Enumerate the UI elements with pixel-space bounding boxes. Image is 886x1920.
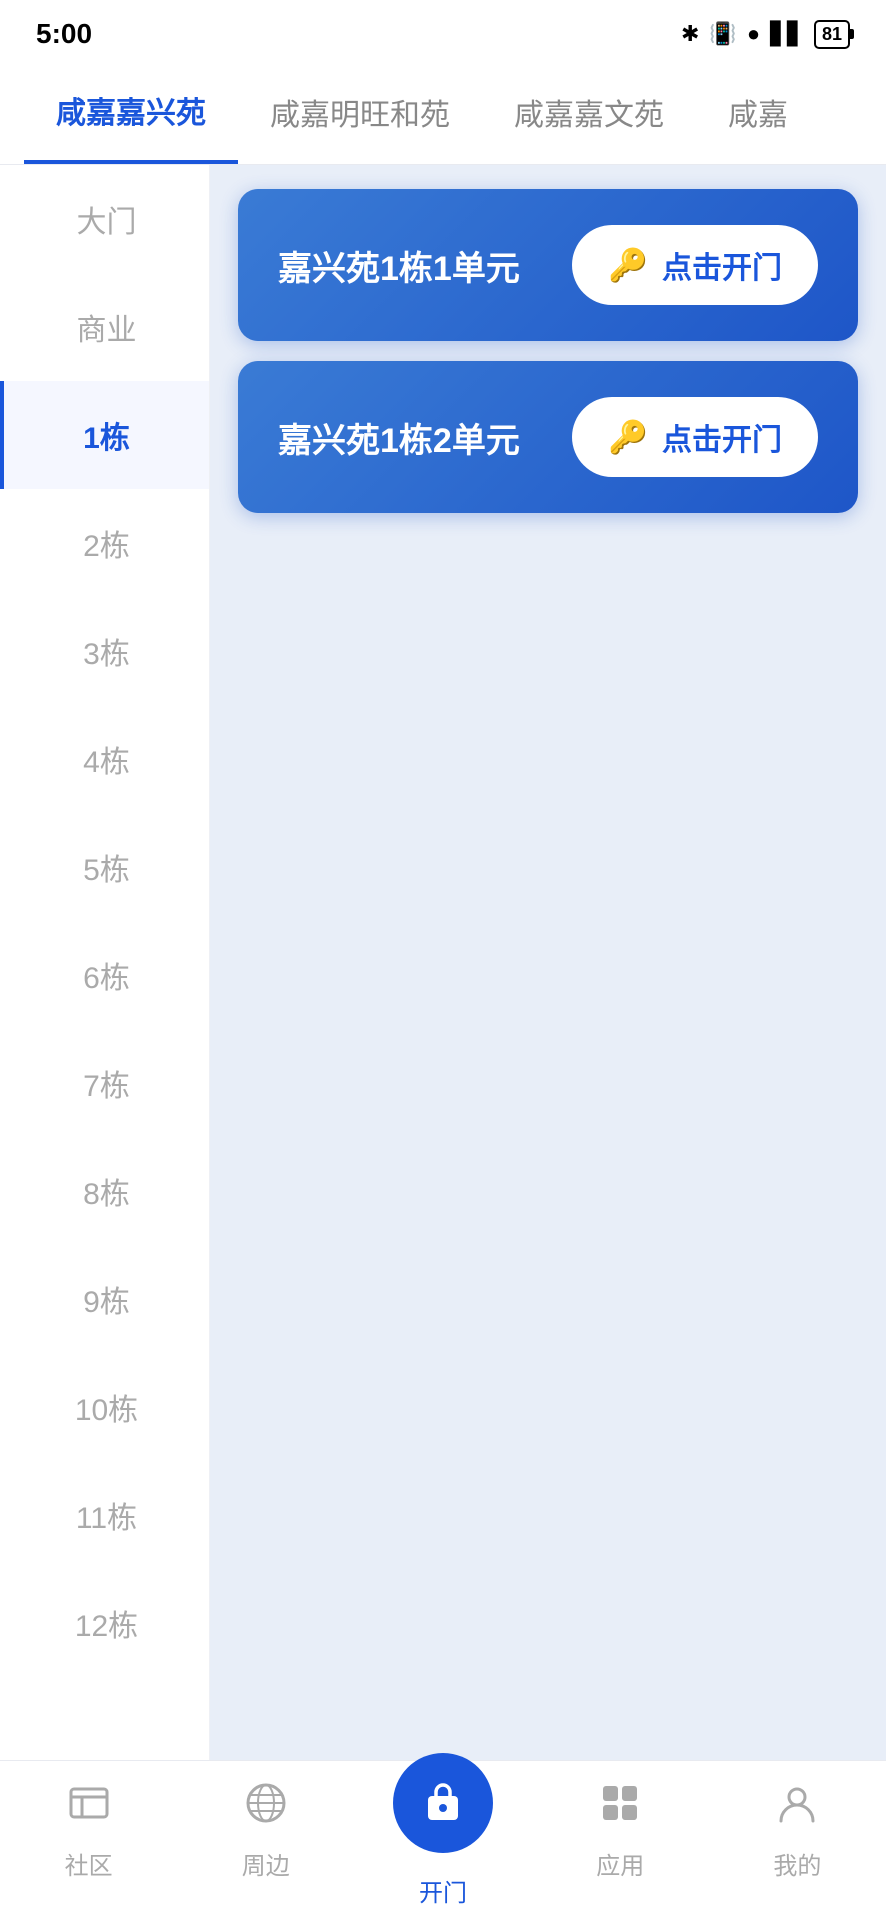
apps-icon bbox=[598, 1781, 642, 1836]
nav-item-opendoor[interactable]: 开门 bbox=[354, 1753, 531, 1908]
signal-icon: ▋▋ bbox=[770, 21, 804, 47]
sidebar-item-building1[interactable]: 1栋 bbox=[0, 381, 209, 489]
sidebar-item-gate[interactable]: 大门 bbox=[0, 165, 209, 273]
content-area: 嘉兴苑1栋1单元 🔑 点击开门 嘉兴苑1栋2单元 🔑 点击开门 bbox=[210, 165, 886, 1765]
sidebar-item-building6[interactable]: 6栋 bbox=[0, 921, 209, 1029]
sidebar-item-building3[interactable]: 3栋 bbox=[0, 597, 209, 705]
key-icon-unit2: 🔑 bbox=[608, 418, 648, 456]
top-tab-bar: 咸嘉嘉兴苑 咸嘉明旺和苑 咸嘉嘉文苑 咸嘉 bbox=[0, 60, 886, 165]
nav-label-nearby: 周边 bbox=[242, 1846, 290, 1881]
bluetooth-icon: ✱ bbox=[681, 21, 699, 47]
door-card-unit1: 嘉兴苑1栋1单元 🔑 点击开门 bbox=[238, 189, 858, 341]
open-door-button-unit2[interactable]: 🔑 点击开门 bbox=[572, 397, 818, 477]
door-card-unit2-title: 嘉兴苑1栋2单元 bbox=[278, 413, 520, 462]
bottom-nav: 社区 周边 开门 bbox=[0, 1760, 886, 1920]
status-icons: ✱ 📳 ● ▋▋ 81 bbox=[681, 20, 850, 49]
nav-item-community[interactable]: 社区 bbox=[0, 1781, 177, 1881]
tab-mingwangheyuan[interactable]: 咸嘉明旺和苑 bbox=[238, 62, 482, 162]
tab-jiawenyuan[interactable]: 咸嘉嘉文苑 bbox=[482, 62, 696, 162]
sidebar-item-building9[interactable]: 9栋 bbox=[0, 1245, 209, 1353]
sidebar-item-building7[interactable]: 7栋 bbox=[0, 1029, 209, 1137]
nav-label-mine: 我的 bbox=[773, 1846, 821, 1881]
community-icon bbox=[67, 1781, 111, 1836]
nav-label-opendoor: 开门 bbox=[419, 1873, 467, 1908]
tab-jiaxingyuan[interactable]: 咸嘉嘉兴苑 bbox=[24, 60, 238, 164]
open-door-button-unit1[interactable]: 🔑 点击开门 bbox=[572, 225, 818, 305]
sidebar-item-building2[interactable]: 2栋 bbox=[0, 489, 209, 597]
sidebar-item-building8[interactable]: 8栋 bbox=[0, 1137, 209, 1245]
status-bar: 5:00 ✱ 📳 ● ▋▋ 81 bbox=[0, 0, 886, 60]
sidebar-item-building12[interactable]: 12栋 bbox=[0, 1569, 209, 1677]
status-time: 5:00 bbox=[36, 18, 92, 50]
nav-item-mine[interactable]: 我的 bbox=[709, 1781, 886, 1881]
open-door-label-unit2: 点击开门 bbox=[662, 415, 782, 459]
nav-label-community: 社区 bbox=[65, 1846, 113, 1881]
nearby-icon bbox=[244, 1781, 288, 1836]
sidebar-item-commercial[interactable]: 商业 bbox=[0, 273, 209, 381]
sidebar-item-building5[interactable]: 5栋 bbox=[0, 813, 209, 921]
door-card-unit1-title: 嘉兴苑1栋1单元 bbox=[278, 241, 520, 290]
wifi-icon: ● bbox=[747, 21, 760, 47]
vibrate-icon: 📳 bbox=[709, 21, 736, 47]
nav-item-nearby[interactable]: 周边 bbox=[177, 1781, 354, 1881]
key-icon-unit1: 🔑 bbox=[608, 246, 648, 284]
mine-icon bbox=[775, 1781, 819, 1836]
door-card-unit2: 嘉兴苑1栋2单元 🔑 点击开门 bbox=[238, 361, 858, 513]
main-content: 大门 商业 1栋 2栋 3栋 4栋 5栋 6栋 7栋 8栋 9栋 10栋 11栋… bbox=[0, 165, 886, 1765]
sidebar-item-building10[interactable]: 10栋 bbox=[0, 1353, 209, 1461]
opendoor-center-button[interactable] bbox=[393, 1753, 493, 1853]
nav-item-apps[interactable]: 应用 bbox=[532, 1781, 709, 1881]
nav-label-apps: 应用 bbox=[596, 1846, 644, 1881]
open-door-label-unit1: 点击开门 bbox=[662, 243, 782, 287]
sidebar: 大门 商业 1栋 2栋 3栋 4栋 5栋 6栋 7栋 8栋 9栋 10栋 11栋… bbox=[0, 165, 210, 1765]
battery-icon: 81 bbox=[814, 20, 850, 49]
sidebar-item-building4[interactable]: 4栋 bbox=[0, 705, 209, 813]
sidebar-item-building11[interactable]: 11栋 bbox=[0, 1461, 209, 1569]
tab-xianjia[interactable]: 咸嘉 bbox=[696, 62, 820, 162]
